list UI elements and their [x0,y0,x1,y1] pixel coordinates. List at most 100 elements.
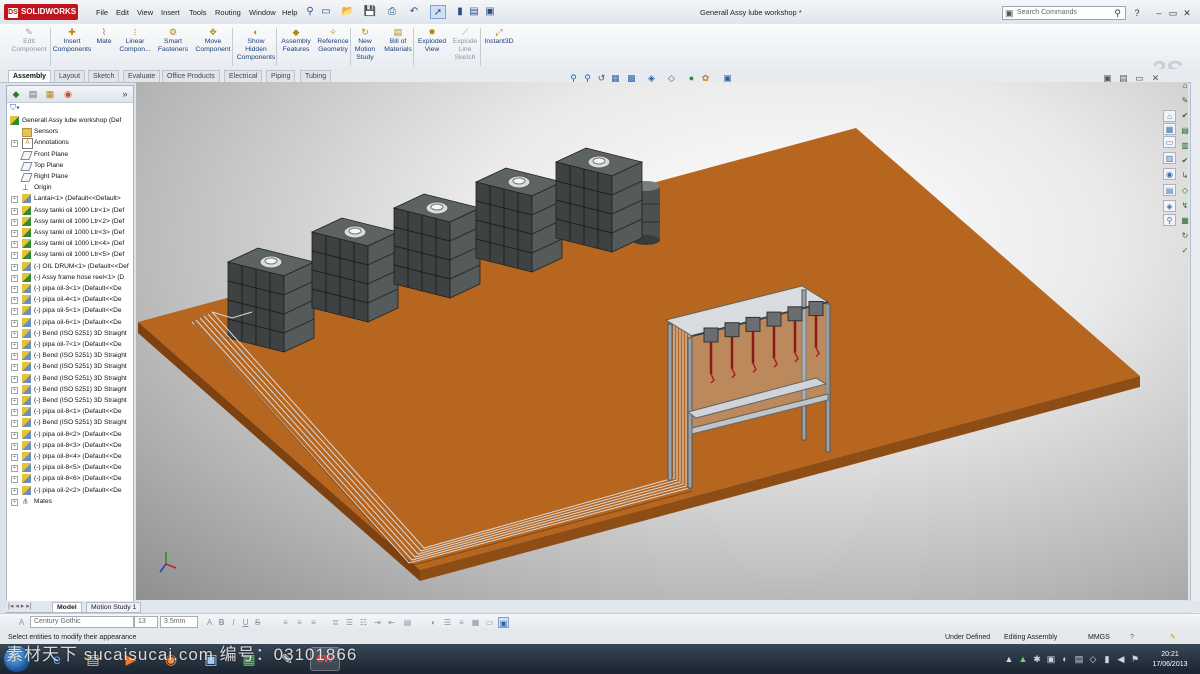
undo-icon[interactable]: ↶ [406,5,422,19]
align-right-icon[interactable]: ≡ [308,617,319,628]
strikethrough-icon[interactable]: S [252,617,263,628]
tree-item[interactable]: + (-) Bend (ISO 5251) 3D Straight [7,350,133,361]
tray-app2-icon[interactable]: ▣ [1046,653,1056,665]
tray-arrow-icon[interactable]: ▲ [1004,653,1014,665]
tree-item[interactable]: + (-) pipa oil-6<1> (Default<<De [7,317,133,328]
layer-icon[interactable]: ◐ [428,617,439,628]
expand-panel-icon[interactable]: » [119,88,131,100]
tree-item[interactable]: + (-) Bend (ISO 5251) 3D Straight [7,417,133,428]
expand-toggle-icon[interactable]: + [11,454,18,461]
clock-date[interactable]: 17/06/2013 [1150,661,1190,668]
expand-toggle-icon[interactable]: + [11,207,18,215]
expand-toggle-icon[interactable]: + [11,252,18,260]
tree-filter-icon[interactable]: ⛉▾ [10,103,20,113]
custom-properties-icon[interactable]: ✔ [1178,155,1192,167]
tab-scroll-arrows-icon[interactable]: |◂ ◂ ▸ ▸| [8,602,32,610]
menu-view[interactable]: View [134,6,156,20]
command-move-component[interactable]: ✥ Move Component [194,27,232,54]
view-document-icon[interactable]: ▤ [1163,184,1176,196]
tree-item[interactable]: Sensors [7,126,133,138]
align-center-icon[interactable]: ≡ [294,617,305,628]
command-assembly-features[interactable]: ◆ Assembly Features [279,27,313,54]
view-palette-icon[interactable]: ▤ [1178,125,1192,137]
expand-toggle-icon[interactable]: + [11,386,18,394]
task-pane-item2-icon[interactable]: ◇ [1178,185,1192,197]
tree-item[interactable]: + Assy tanki oil 1000 Ltr<2> (Def [7,216,133,227]
outdent-icon[interactable]: ⇤ [386,617,397,628]
view-components-icon[interactable]: ◈ [1163,200,1176,212]
indent-icon[interactable]: ⇥ [372,617,383,628]
tree-item[interactable]: + (-) pipa oil-7<1> (Default<<De [7,339,133,350]
tab-office-products[interactable]: Office Products [162,70,220,82]
expand-toggle-icon[interactable]: + [11,319,18,327]
format-painter-icon[interactable]: ▣ [498,617,509,628]
command-motion-study[interactable]: ↻ New Motion Study [352,27,378,62]
file-explorer-icon[interactable]: ✔ [1178,110,1192,122]
design-library-icon[interactable]: ✎ [1178,95,1192,107]
stack-icon[interactable]: ▤ [402,617,413,628]
tab-electrical[interactable]: Electrical [224,70,263,82]
tab-evaluate[interactable]: Evaluate [123,70,161,82]
menu-help[interactable]: Help [279,6,300,20]
command-linear-pattern[interactable]: ⁞ Linear Compon... [118,27,152,54]
expand-toggle-icon[interactable]: + [11,308,18,316]
color-icon[interactable]: ▦ [470,617,481,628]
tree-item[interactable]: Right Plane [7,171,133,182]
command-bom[interactable]: ▤ Bill of Materials [383,27,413,54]
line-thickness-icon[interactable]: ≡ [456,617,467,628]
units-select[interactable]: MMGS [1088,631,1110,644]
close-icon[interactable]: ✕ [1180,6,1194,20]
tree-item[interactable]: Top Plane [7,160,133,171]
tab-tubing[interactable]: Tubing [300,70,332,82]
command-explode-line[interactable]: ⟋ Explode Line Sketch [450,27,480,62]
tray-app4-icon[interactable]: ▤ [1074,653,1084,665]
appearances-icon[interactable]: ▥ [1178,140,1192,152]
tree-item[interactable]: + (-) pipa oil-8<4> (Default<<De [7,451,133,462]
save-icon[interactable]: 💾 [362,5,378,19]
command-smart-fasteners[interactable]: ⚙ Smart Fasteners [156,27,190,54]
expand-toggle-icon[interactable]: + [11,364,18,372]
solidworks-logo[interactable]: DS SOLIDWORKS [4,4,78,20]
tree-item[interactable]: + (-) pipa oil-8<3> (Default<<De [7,440,133,451]
tray-app1-icon[interactable]: ▲ [1018,653,1028,665]
tree-item[interactable]: + Assy tanki oil 1000 Ltr<5> (Def [7,249,133,260]
align-left-icon[interactable]: ≡ [280,617,291,628]
expand-toggle-icon[interactable]: + [11,353,18,361]
expand-toggle-icon[interactable]: + [11,487,18,495]
expand-toggle-icon[interactable]: + [11,297,18,305]
expand-toggle-icon[interactable]: + [11,375,18,383]
tree-item[interactable]: Front Plane [7,149,133,160]
tree-item[interactable]: + ⋔ Mates [7,496,133,507]
expand-toggle-icon[interactable]: + [11,398,18,405]
tray-app3-icon[interactable]: ◐ [1060,653,1070,665]
expand-toggle-icon[interactable]: + [11,140,18,148]
clock-time[interactable]: 20:21 [1150,651,1190,658]
status-pencil-icon[interactable]: ✎ [1170,631,1176,644]
text-height-field[interactable]: 3.5mm [160,616,198,628]
font-select[interactable]: Century Gothic [30,616,134,628]
tree-item[interactable]: + (-) pipa oil-8<1> (Default<<De [7,406,133,417]
tree-item[interactable]: + (-) pipa oil-4<1> (Default<<De [7,294,133,305]
line-style-icon[interactable]: ☰ [442,617,453,628]
task-pane-item6-icon[interactable]: ✓ [1178,245,1192,257]
tab-piping[interactable]: Piping [266,70,296,82]
task-pane-item-icon[interactable]: ↳ [1178,170,1192,182]
tab-assembly[interactable]: Assembly [8,70,52,82]
expand-toggle-icon[interactable]: + [11,196,18,204]
expand-toggle-icon[interactable]: + [11,420,18,428]
tree-item[interactable]: + (-) Bend (ISO 5251) 3D Straight [7,373,133,384]
feature-tree-tab-icon[interactable]: ◆ [10,88,22,100]
status-help-icon[interactable]: ? [1130,631,1134,644]
view-chart-icon[interactable]: ▥ [1163,152,1176,164]
solidworks-resources-icon[interactable]: ⌂ [1178,80,1192,92]
expand-toggle-icon[interactable]: + [11,498,18,506]
underline-icon[interactable]: U [240,617,251,628]
menu-tools[interactable]: Tools [186,6,210,20]
help-icon[interactable]: ? [1130,6,1144,20]
expand-toggle-icon[interactable]: + [11,431,18,439]
expand-toggle-icon[interactable]: + [11,230,18,237]
view-sphere-icon[interactable]: ◉ [1163,168,1176,180]
expand-toggle-icon[interactable]: + [11,286,18,293]
view-folder-icon[interactable]: ▭ [1163,136,1176,148]
flag-icon[interactable]: ⚑ [1130,653,1140,665]
